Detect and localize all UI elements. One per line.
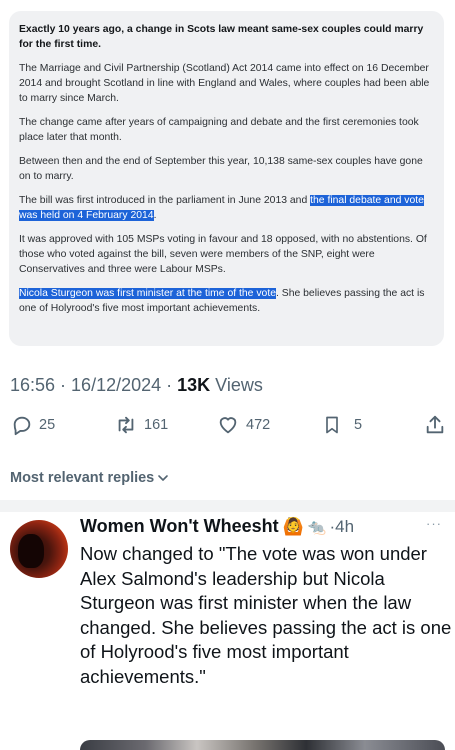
post-time[interactable]: 16:56 [10, 375, 55, 395]
like-button[interactable]: 472 [216, 414, 270, 436]
bookmark-icon [326, 416, 338, 434]
article-paragraph-2: The change came after years of campaigni… [19, 117, 419, 143]
views-label: Views [210, 375, 263, 395]
reply-header: Women Won't Wheesht 🙆 🐀 ·4h [80, 516, 354, 537]
article-paragraph-5: It was approved with 105 MSPs voting in … [19, 234, 427, 275]
reply-media-image[interactable] [80, 740, 445, 750]
share-button[interactable] [424, 414, 446, 436]
reply-post[interactable]: Women Won't Wheesht 🙆 🐀 ·4h ··· Now chan… [0, 512, 455, 750]
replies-sort-dropdown[interactable]: Most relevant replies [10, 470, 169, 486]
paragraph-text: . [153, 210, 157, 221]
more-options-icon[interactable]: ··· [426, 516, 442, 531]
repost-icon [118, 416, 134, 434]
article-paragraph-4: The bill was first introduced in the par… [19, 193, 434, 223]
views-count: 13K [177, 375, 211, 395]
chevron-down-icon [158, 475, 169, 481]
article-paragraph-1: The Marriage and Civil Partnership (Scot… [19, 63, 430, 104]
paragraph-text: The bill was first introduced in the par… [19, 195, 311, 206]
action-bar: 25 161 472 5 [0, 414, 455, 444]
reply-time[interactable]: ·4h [329, 517, 354, 537]
repost-button[interactable]: 161 [114, 414, 168, 436]
bookmark-button[interactable]: 5 [322, 414, 362, 436]
share-icon [426, 415, 444, 434]
separator: · [55, 375, 72, 395]
separator: · [161, 375, 178, 395]
replies-sort-label: Most relevant replies [10, 470, 155, 486]
highlighted-text: Nicola Sturgeon was first minister at th… [19, 288, 276, 299]
post-date[interactable]: 16/12/2024 [71, 375, 161, 395]
reply-count: 25 [39, 417, 56, 433]
emoji-rat: 🐀 [307, 518, 327, 536]
article-headline: Exactly 10 years ago, a change in Scots … [19, 24, 424, 50]
reply-icon [13, 416, 31, 436]
like-count: 472 [246, 417, 271, 433]
bookmark-count: 5 [354, 417, 363, 433]
author-name[interactable]: Women Won't Wheesht [80, 516, 279, 537]
reply-button[interactable]: 25 [11, 414, 55, 436]
article-paragraph-6: Nicola Sturgeon was first minister at th… [19, 286, 434, 316]
repost-count: 161 [144, 417, 169, 433]
article-paragraph-3: Between then and the end of September th… [19, 156, 423, 182]
avatar[interactable] [10, 520, 68, 578]
reply-text: Now changed to "The vote was won under A… [80, 543, 452, 687]
heart-icon [219, 417, 237, 434]
quoted-article-card[interactable]: Exactly 10 years ago, a change in Scots … [9, 11, 444, 346]
emoji-person: 🙆 [282, 516, 304, 536]
post-meta: 16:56 · 16/12/2024 · 13K Views [10, 375, 263, 396]
section-divider [0, 500, 455, 512]
